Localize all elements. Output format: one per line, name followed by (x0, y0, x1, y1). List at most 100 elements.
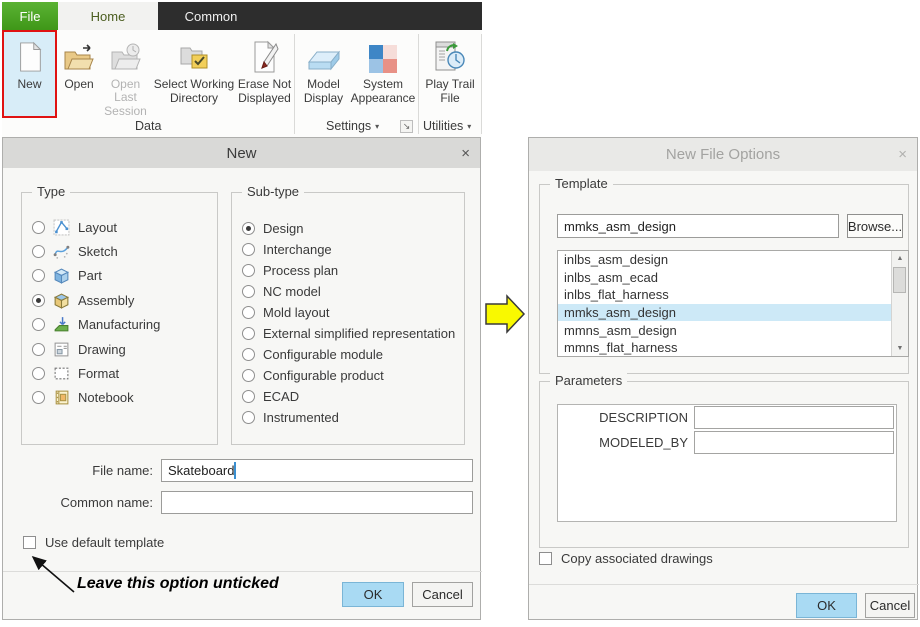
play-trail-file-button[interactable]: Play Trail File (421, 32, 479, 118)
settings-dialog-launcher-icon[interactable]: ↘ (400, 120, 413, 133)
system-appearance-button[interactable]: System Appearance (351, 32, 415, 118)
ok-button[interactable]: OK (342, 582, 404, 607)
copy-associated-drawings-label: Copy associated drawings (561, 551, 713, 566)
radio-unchecked (32, 367, 45, 380)
layout-icon (53, 219, 70, 236)
model-display-label: Model Display (297, 78, 350, 105)
subtype-groupbox: Sub-type Design Interchange Process plan… (231, 192, 465, 445)
subtype-option-process-plan[interactable]: Process plan (232, 260, 464, 281)
ribbon-group-settings[interactable]: Settings ▾ (326, 119, 379, 133)
tab-file[interactable]: File (2, 2, 58, 30)
open-last-session-button[interactable]: Open Last Session (99, 32, 152, 118)
select-working-directory-label: Select Working Directory (152, 78, 236, 105)
radio-unchecked (32, 391, 45, 404)
common-name-label: Common name: (3, 495, 153, 510)
subtype-option-label: Mold layout (263, 305, 329, 320)
file-name-label: File name: (3, 463, 153, 478)
erase-not-displayed-label: Erase Not Displayed (236, 78, 293, 105)
ribbon-divider (418, 34, 419, 134)
type-option-manufacturing[interactable]: Manufacturing (22, 313, 217, 337)
tab-home[interactable]: Home (58, 2, 158, 30)
checkbox-unchecked[interactable] (23, 536, 36, 549)
scrollbar-thumb[interactable] (893, 267, 906, 293)
template-input[interactable] (557, 214, 839, 238)
system-appearance-label: System Appearance (351, 78, 416, 105)
new-file-options-dialog: New File Options × Template Browse... in… (528, 137, 918, 620)
select-working-directory-icon (177, 32, 211, 74)
type-option-label: Drawing (78, 342, 126, 357)
type-groupbox: Type Layout Sketch Part (21, 192, 218, 445)
ribbon-group-data: Data (135, 119, 161, 133)
modeled-by-input[interactable] (694, 431, 894, 454)
subtype-option-instrumented[interactable]: Instrumented (232, 407, 464, 428)
scrollbar[interactable]: ▲ ▼ (891, 251, 908, 356)
cancel-button[interactable]: Cancel (412, 582, 473, 607)
radio-unchecked (242, 348, 255, 361)
ok-button[interactable]: OK (796, 593, 857, 618)
file-name-input[interactable] (161, 459, 473, 482)
radio-unchecked (32, 318, 45, 331)
tab-common[interactable]: Common (158, 2, 264, 30)
subtype-option-label: Configurable product (263, 368, 384, 383)
subtype-option-design[interactable]: Design (232, 218, 464, 239)
checkbox-unchecked[interactable] (539, 552, 552, 565)
type-option-label: Manufacturing (78, 317, 160, 332)
ribbon-divider (294, 34, 295, 134)
list-item[interactable]: inlbs_flat_harness (558, 286, 908, 304)
type-option-sketch[interactable]: Sketch (22, 239, 217, 263)
radio-unchecked (242, 327, 255, 340)
type-option-drawing[interactable]: Drawing (22, 337, 217, 361)
scroll-up-icon[interactable]: ▲ (892, 251, 908, 266)
dialog-separator (3, 571, 482, 572)
copy-associated-drawings-checkbox-row[interactable]: Copy associated drawings (539, 551, 713, 566)
type-option-notebook[interactable]: Notebook (22, 386, 217, 410)
close-icon[interactable]: × (461, 138, 470, 168)
list-item[interactable]: inlbs_asm_design (558, 251, 908, 269)
subtype-option-ecad[interactable]: ECAD (232, 386, 464, 407)
open-last-session-label: Open Last Session (99, 78, 152, 119)
group-utilities-label: Utilities (423, 119, 463, 133)
model-display-button[interactable]: Model Display (297, 32, 350, 118)
radio-checked (242, 222, 255, 235)
list-item-selected[interactable]: mmks_asm_design (558, 304, 891, 322)
scroll-down-icon[interactable]: ▼ (892, 341, 908, 356)
parameter-row: DESCRIPTION (558, 405, 896, 430)
erase-not-displayed-button[interactable]: Erase Not Displayed (236, 32, 293, 118)
new-button[interactable]: New (2, 30, 57, 118)
list-item[interactable]: mmns_flat_harness (558, 339, 908, 357)
new-dialog-title: New (226, 145, 256, 162)
common-name-input[interactable] (161, 491, 473, 514)
open-button[interactable]: Open (59, 32, 99, 118)
system-appearance-icon (368, 32, 398, 74)
open-folder-icon (62, 32, 96, 74)
subtype-option-nc-model[interactable]: NC model (232, 281, 464, 302)
part-icon (53, 267, 70, 284)
use-default-template-checkbox-row[interactable]: Use default template (23, 535, 164, 550)
type-option-part[interactable]: Part (22, 264, 217, 288)
radio-unchecked (242, 243, 255, 256)
list-item[interactable]: mmns_asm_design (558, 321, 908, 339)
type-option-layout[interactable]: Layout (22, 215, 217, 239)
type-option-label: Notebook (78, 390, 134, 405)
select-working-directory-button[interactable]: Select Working Directory (152, 32, 236, 118)
subtype-option-configurable-module[interactable]: Configurable module (232, 344, 464, 365)
cancel-button[interactable]: Cancel (865, 593, 915, 618)
dialog-separator (529, 584, 919, 585)
subtype-option-external-simplified-representation[interactable]: External simplified representation (232, 323, 464, 344)
model-display-icon (306, 32, 342, 74)
ribbon-group-utilities[interactable]: Utilities ▾ (423, 119, 471, 133)
subtype-option-interchange[interactable]: Interchange (232, 239, 464, 260)
list-item[interactable]: inlbs_asm_ecad (558, 269, 908, 287)
browse-button[interactable]: Browse... (847, 214, 903, 238)
new-file-options-title: New File Options (666, 146, 780, 163)
close-icon[interactable]: × (898, 138, 907, 171)
type-option-assembly[interactable]: Assembly (22, 288, 217, 312)
subtype-option-label: Instrumented (263, 410, 339, 425)
use-default-template-label: Use default template (45, 535, 164, 550)
description-input[interactable] (694, 406, 894, 429)
type-option-format[interactable]: Format (22, 361, 217, 385)
subtype-option-configurable-product[interactable]: Configurable product (232, 365, 464, 386)
template-listbox: inlbs_asm_design inlbs_asm_ecad inlbs_fl… (557, 250, 909, 357)
subtype-option-mold-layout[interactable]: Mold layout (232, 302, 464, 323)
new-file-options-titlebar: New File Options × (529, 138, 917, 171)
